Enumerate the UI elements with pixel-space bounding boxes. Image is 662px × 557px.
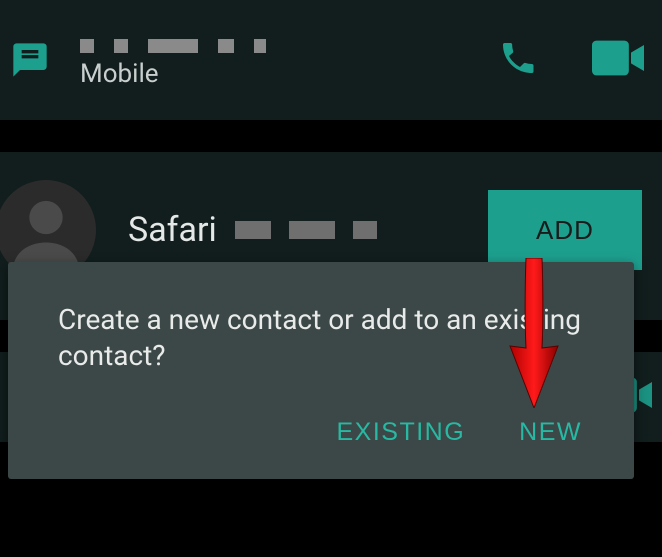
contact-name: Safari — [128, 210, 217, 250]
redacted-number-row — [80, 39, 478, 53]
dialog-button-row: EXISTING NEW — [58, 418, 590, 461]
message-icon[interactable] — [10, 40, 50, 80]
existing-button[interactable]: EXISTING — [336, 418, 465, 447]
divider — [0, 120, 662, 152]
create-contact-dialog: Create a new contact or add to an existi… — [8, 262, 634, 479]
contact-name-row: Safari — [128, 210, 488, 250]
phone-type-label: Mobile — [80, 59, 478, 89]
add-button[interactable]: ADD — [488, 190, 642, 270]
contact-header-info: Mobile — [80, 31, 478, 89]
call-icon[interactable] — [498, 38, 538, 82]
redacted-name-suffix — [235, 221, 377, 239]
contact-header-bar: Mobile — [0, 0, 662, 120]
video-icon[interactable] — [592, 39, 644, 81]
dialog-message: Create a new contact or add to an existi… — [58, 302, 590, 374]
new-button[interactable]: NEW — [519, 418, 582, 447]
